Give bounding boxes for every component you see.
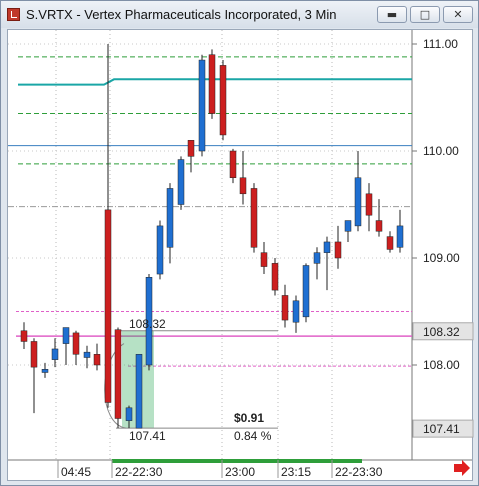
candle-up[interactable] — [302, 265, 310, 318]
candle-down[interactable] — [208, 54, 216, 114]
price-marker-label: 108.32 — [423, 325, 460, 339]
title-bar[interactable]: S.VRTX - Vertex Pharmaceuticals Incorpor… — [1, 1, 478, 28]
candle-down[interactable] — [114, 329, 122, 419]
candle-down[interactable] — [219, 65, 227, 136]
time-tick-label: 04:45 — [61, 465, 91, 479]
restore-icon: □ — [419, 8, 431, 21]
time-tick-label: 22-23:30 — [335, 465, 383, 479]
candle-down[interactable] — [229, 150, 237, 178]
chart-window: S.VRTX - Vertex Pharmaceuticals Incorpor… — [0, 0, 479, 486]
candle-up[interactable] — [166, 188, 174, 248]
candle-up[interactable] — [62, 327, 70, 344]
candle-down[interactable] — [104, 209, 112, 403]
candle-up[interactable] — [83, 351, 91, 358]
close-icon: ✕ — [453, 8, 463, 21]
candle-up[interactable] — [313, 252, 321, 264]
chart-area[interactable]: 108.32 107.41 $0.91 0.84 % 111.00 110.00 109.0… — [7, 29, 474, 482]
price-tick-label: 108.00 — [423, 358, 460, 372]
time-tick-label: 22-22:30 — [115, 465, 163, 479]
candle-up[interactable] — [51, 348, 59, 360]
candle-up[interactable] — [344, 220, 352, 232]
minimize-icon: ▬ — [386, 8, 398, 21]
measurement-percent-label: 0.84 % — [234, 429, 272, 443]
measurement-low-label: 107.41 — [129, 429, 166, 443]
time-tick-label: 23:00 — [225, 465, 255, 479]
price-tick-label: 110.00 — [423, 144, 459, 158]
candle-up[interactable] — [156, 225, 164, 275]
candle-down[interactable] — [187, 140, 195, 157]
candle-up[interactable] — [135, 354, 143, 429]
measurement-high-label: 108.32 — [129, 317, 166, 331]
candle-down[interactable] — [271, 263, 279, 291]
candle-down[interactable] — [375, 220, 383, 232]
price-marker-label: 107.41 — [423, 422, 460, 436]
candle-down[interactable] — [72, 332, 80, 355]
minimize-button[interactable]: ▬ — [377, 6, 407, 23]
candle-down[interactable] — [30, 341, 38, 368]
close-button[interactable]: ✕ — [443, 6, 473, 23]
price-chart[interactable]: 108.32 107.41 $0.91 0.84 % 111.00 110.00 109.0… — [8, 30, 474, 482]
candle-down[interactable] — [386, 236, 394, 250]
candle-down[interactable] — [250, 188, 258, 248]
price-tick-label: 111.00 — [423, 37, 458, 51]
candle-up[interactable] — [177, 159, 185, 205]
candle-up[interactable] — [323, 241, 331, 253]
candle-down[interactable] — [365, 193, 373, 216]
time-tick-label: 23:15 — [281, 465, 311, 479]
price-axis-background — [412, 30, 472, 460]
candle-down[interactable] — [260, 252, 268, 267]
candle-up[interactable] — [396, 225, 404, 248]
candle-down[interactable] — [281, 295, 289, 321]
app-icon — [7, 8, 20, 21]
session-bar — [112, 459, 362, 463]
candle-down[interactable] — [93, 354, 101, 366]
candle-down[interactable] — [334, 241, 342, 259]
candle-down[interactable] — [239, 177, 247, 195]
candle-up[interactable] — [354, 177, 362, 227]
restore-button[interactable]: □ — [410, 6, 440, 23]
measurement-change-label: $0.91 — [234, 411, 264, 425]
candle-up[interactable] — [125, 407, 133, 421]
candle-up[interactable] — [198, 59, 206, 152]
price-tick-label: 109.00 — [423, 251, 460, 265]
candle-up[interactable] — [41, 369, 49, 373]
candle-up[interactable] — [292, 300, 300, 323]
window-title: S.VRTX - Vertex Pharmaceuticals Incorpor… — [26, 7, 337, 22]
candle-down[interactable] — [20, 330, 28, 342]
